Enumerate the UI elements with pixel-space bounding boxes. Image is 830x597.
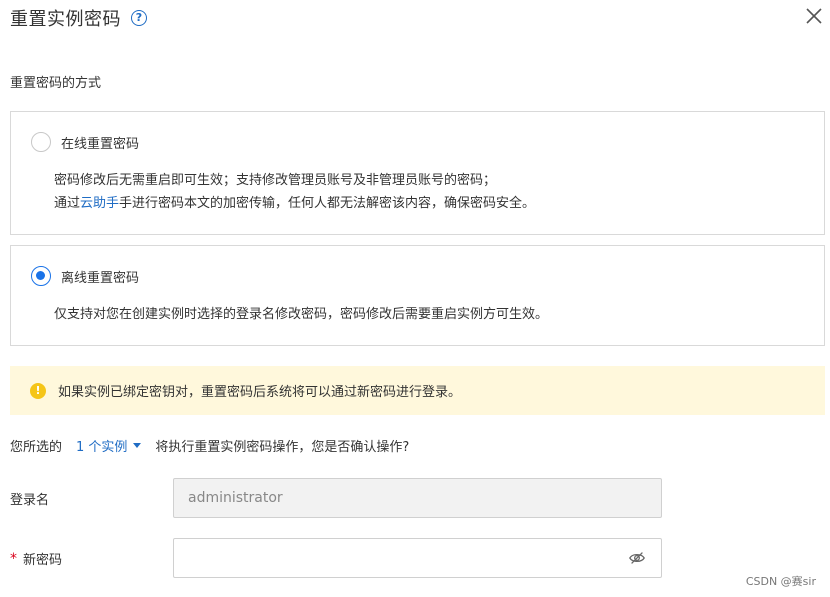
cloud-assistant-link[interactable]: 云助手 bbox=[80, 196, 119, 211]
confirm-message: 您所选的 1 个实例 将执行重置实例密码操作，您是否确认操作? bbox=[10, 436, 409, 455]
warning-circle-icon: ! bbox=[30, 382, 46, 399]
online-reset-description: 密码修改后无需重启即可生效；支持修改管理员账号及非管理员账号的密码； 通过云助手… bbox=[54, 169, 535, 215]
login-name-input bbox=[173, 478, 662, 518]
instances-dropdown[interactable]: 1 个实例 bbox=[76, 436, 142, 455]
notice-text: 如果实例已绑定密钥对，重置密码后系统将可以通过新密码进行登录。 bbox=[58, 385, 462, 400]
question-circle-icon[interactable]: ? bbox=[131, 10, 147, 26]
required-mark: * bbox=[10, 550, 17, 567]
close-icon[interactable] bbox=[804, 6, 824, 26]
dialog-header: 重置实例密码 ? bbox=[10, 4, 147, 32]
online-reset-label: 在线重置密码 bbox=[61, 136, 140, 152]
caret-down-icon bbox=[133, 443, 142, 448]
online-reset-radio[interactable] bbox=[31, 132, 51, 152]
confirm-prefix: 您所选的 bbox=[10, 440, 63, 455]
eye-off-icon[interactable] bbox=[628, 549, 646, 567]
new-password-label: 新密码 bbox=[23, 553, 63, 568]
login-name-label: 登录名 bbox=[10, 493, 50, 508]
online-desc-suffix: 手进行密码本文的加密传输，任何人都无法解密该内容，确保密码安全。 bbox=[119, 196, 536, 211]
new-password-input[interactable] bbox=[173, 538, 662, 578]
notice-banner: ! 如果实例已绑定密钥对，重置密码后系统将可以通过新密码进行登录。 bbox=[10, 366, 825, 415]
option-offline-reset[interactable]: 离线重置密码 仅支持对您在创建实例时选择的登录名修改密码，密码修改后需要重启实例… bbox=[10, 245, 825, 346]
online-desc-line1: 密码修改后无需重启即可生效；支持修改管理员账号及非管理员账号的密码； bbox=[54, 173, 497, 188]
offline-reset-description: 仅支持对您在创建实例时选择的登录名修改密码，密码修改后需要重启实例方可生效。 bbox=[54, 307, 549, 322]
new-password-label-row: * 新密码 bbox=[10, 549, 63, 569]
offline-reset-label: 离线重置密码 bbox=[61, 270, 140, 286]
offline-reset-radio-row[interactable]: 离线重置密码 bbox=[31, 266, 139, 286]
online-desc-prefix: 通过 bbox=[54, 196, 81, 211]
reset-password-dialog: 重置实例密码 ? 重置密码的方式 在线重置密码 密码修改后无需重启即可生效；支持… bbox=[0, 0, 830, 597]
confirm-suffix: 将执行重置实例密码操作，您是否确认操作? bbox=[155, 440, 410, 455]
dialog-title: 重置实例密码 bbox=[10, 9, 121, 30]
online-desc-line2: 通过云助手手进行密码本文的加密传输，任何人都无法解密该内容，确保密码安全。 bbox=[54, 192, 535, 215]
online-reset-radio-row[interactable]: 在线重置密码 bbox=[31, 132, 139, 152]
instances-dropdown-label: 1 个实例 bbox=[76, 440, 128, 455]
option-online-reset[interactable]: 在线重置密码 密码修改后无需重启即可生效；支持修改管理员账号及非管理员账号的密码… bbox=[10, 111, 825, 235]
offline-reset-radio[interactable] bbox=[31, 266, 51, 286]
watermark: CSDN @赛sir bbox=[745, 575, 816, 588]
reset-method-label: 重置密码的方式 bbox=[10, 76, 102, 91]
